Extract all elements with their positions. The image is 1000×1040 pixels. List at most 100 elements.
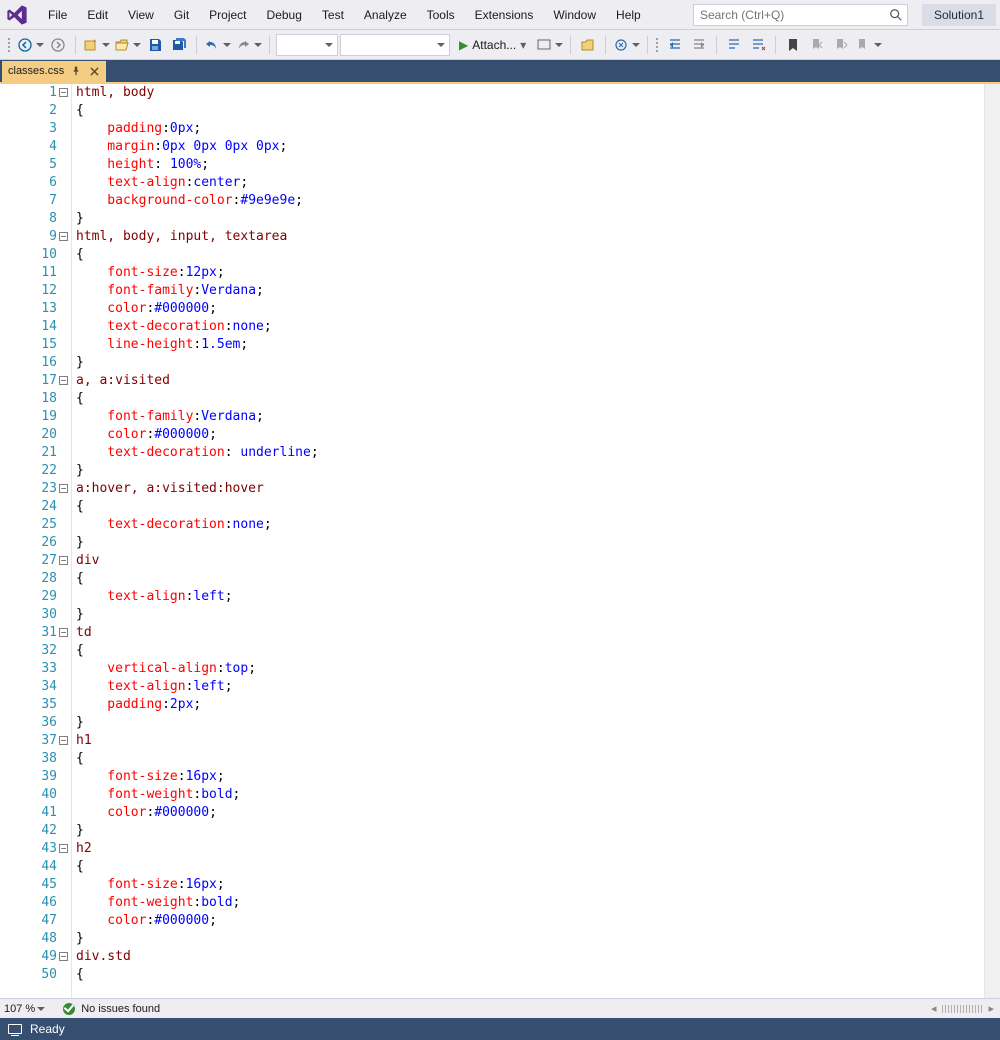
fold-toggle-icon[interactable] [59, 376, 68, 385]
toolbar-grip-icon[interactable] [654, 38, 660, 52]
redo-button[interactable] [234, 34, 263, 56]
error-list-summary[interactable]: No issues found [63, 1003, 160, 1015]
code-line[interactable]: div.std [76, 948, 984, 966]
pin-tab-icon[interactable] [70, 65, 82, 77]
menu-test[interactable]: Test [312, 4, 354, 26]
outdent-button[interactable] [664, 34, 686, 56]
code-line[interactable]: { [76, 498, 984, 516]
code-line[interactable]: } [76, 822, 984, 840]
save-button[interactable] [144, 34, 166, 56]
bookmark-button[interactable] [782, 34, 804, 56]
toolbar-grip-icon[interactable] [6, 38, 12, 52]
comment-button[interactable] [723, 34, 745, 56]
fold-toggle-icon[interactable] [59, 484, 68, 493]
find-in-files-button[interactable] [577, 34, 599, 56]
code-line[interactable]: { [76, 966, 984, 984]
menu-tools[interactable]: Tools [417, 4, 465, 26]
code-line[interactable]: text-align:center; [76, 174, 984, 192]
code-area[interactable]: html, body{ padding:0px; margin:0px 0px … [72, 84, 984, 998]
browser-link-button[interactable] [612, 34, 641, 56]
nav-back-button[interactable] [16, 34, 45, 56]
menu-project[interactable]: Project [199, 4, 256, 26]
code-line[interactable]: } [76, 354, 984, 372]
h-splitter[interactable] [942, 1005, 982, 1013]
menu-git[interactable]: Git [164, 4, 199, 26]
bookmark-overflow-button[interactable] [854, 34, 883, 56]
code-line[interactable]: div [76, 552, 984, 570]
code-line[interactable]: html, body, input, textarea [76, 228, 984, 246]
code-line[interactable]: color:#000000; [76, 804, 984, 822]
code-line[interactable]: font-size:16px; [76, 876, 984, 894]
fold-toggle-icon[interactable] [59, 952, 68, 961]
solution-name[interactable]: Solution1 [922, 4, 996, 26]
splitter-left-icon[interactable]: ◂ [931, 1002, 937, 1015]
menu-view[interactable]: View [118, 4, 164, 26]
code-line[interactable]: height: 100%; [76, 156, 984, 174]
code-line[interactable]: { [76, 102, 984, 120]
code-line[interactable]: text-decoration:none; [76, 516, 984, 534]
code-line[interactable]: } [76, 534, 984, 552]
fold-toggle-icon[interactable] [59, 88, 68, 97]
prev-bookmark-button[interactable] [806, 34, 828, 56]
menu-file[interactable]: File [38, 4, 77, 26]
zoom-combo[interactable]: 107 % [0, 1003, 49, 1015]
code-line[interactable]: font-size:12px; [76, 264, 984, 282]
code-line[interactable]: text-decoration: underline; [76, 444, 984, 462]
menu-edit[interactable]: Edit [77, 4, 118, 26]
save-all-button[interactable] [168, 34, 190, 56]
menu-window[interactable]: Window [543, 4, 606, 26]
nav-forward-button[interactable] [47, 34, 69, 56]
indent-button[interactable] [688, 34, 710, 56]
fold-toggle-icon[interactable] [59, 628, 68, 637]
code-line[interactable]: font-family:Verdana; [76, 282, 984, 300]
fold-toggle-icon[interactable] [59, 556, 68, 565]
document-tab-active[interactable]: classes.css [2, 61, 106, 82]
code-line[interactable]: font-weight:bold; [76, 894, 984, 912]
code-line[interactable]: } [76, 210, 984, 228]
menu-help[interactable]: Help [606, 4, 651, 26]
code-line[interactable]: text-decoration:none; [76, 318, 984, 336]
splitter-right-icon[interactable]: ▸ [988, 1002, 994, 1015]
code-line[interactable]: h2 [76, 840, 984, 858]
code-line[interactable]: a, a:visited [76, 372, 984, 390]
uncomment-button[interactable] [747, 34, 769, 56]
code-line[interactable]: color:#000000; [76, 912, 984, 930]
code-line[interactable]: { [76, 642, 984, 660]
code-line[interactable]: padding:2px; [76, 696, 984, 714]
code-line[interactable]: } [76, 462, 984, 480]
output-window-icon[interactable] [8, 1024, 22, 1034]
code-line[interactable]: padding:0px; [76, 120, 984, 138]
code-line[interactable]: color:#000000; [76, 426, 984, 444]
code-line[interactable]: vertical-align:top; [76, 660, 984, 678]
code-line[interactable]: text-align:left; [76, 588, 984, 606]
fold-toggle-icon[interactable] [59, 844, 68, 853]
quick-search-input[interactable] [700, 8, 889, 22]
code-line[interactable]: font-size:16px; [76, 768, 984, 786]
fold-toggle-icon[interactable] [59, 232, 68, 241]
menu-analyze[interactable]: Analyze [354, 4, 417, 26]
code-line[interactable]: margin:0px 0px 0px 0px; [76, 138, 984, 156]
overview-ruler[interactable] [984, 84, 1000, 998]
code-editor[interactable]: 1234567891011121314151617181920212223242… [0, 84, 1000, 998]
open-file-button[interactable] [113, 34, 142, 56]
code-line[interactable]: background-color:#9e9e9e; [76, 192, 984, 210]
debug-target-button[interactable] [535, 34, 564, 56]
code-line[interactable]: font-family:Verdana; [76, 408, 984, 426]
solution-platform-combo[interactable] [340, 34, 450, 56]
code-line[interactable]: color:#000000; [76, 300, 984, 318]
code-line[interactable]: line-height:1.5em; [76, 336, 984, 354]
menu-debug[interactable]: Debug [257, 4, 312, 26]
code-line[interactable]: } [76, 714, 984, 732]
next-bookmark-button[interactable] [830, 34, 852, 56]
code-line[interactable]: font-weight:bold; [76, 786, 984, 804]
new-project-button[interactable] [82, 34, 111, 56]
menu-extensions[interactable]: Extensions [465, 4, 544, 26]
code-line[interactable]: { [76, 390, 984, 408]
fold-toggle-icon[interactable] [59, 736, 68, 745]
code-line[interactable]: html, body [76, 84, 984, 102]
attach-debugger-button[interactable]: ▶Attach...▾ [452, 34, 533, 56]
close-tab-icon[interactable] [88, 65, 100, 77]
code-line[interactable]: { [76, 570, 984, 588]
code-line[interactable]: td [76, 624, 984, 642]
code-line[interactable]: h1 [76, 732, 984, 750]
